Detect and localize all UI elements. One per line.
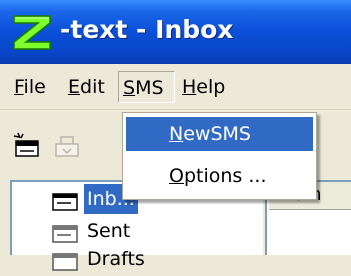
- folder-sent-label: Sent: [87, 220, 131, 242]
- sms-dropdown-menu: NewSMS Options ...: [122, 112, 317, 200]
- menu-edit-label: dit: [80, 76, 105, 98]
- new-sms-label: ewSMS: [183, 123, 251, 145]
- z-logo-icon[interactable]: [10, 13, 54, 51]
- menu-item-options[interactable]: Options ...: [126, 159, 313, 193]
- menu-sms[interactable]: SMS: [118, 71, 175, 103]
- folder-card-icon: [52, 192, 78, 212]
- title-bar[interactable]: -text - Inbox: [0, 0, 351, 64]
- menu-sms-mnemonic: S: [123, 77, 136, 99]
- options-label: ptions ...: [183, 165, 267, 187]
- inbox-button[interactable]: [52, 132, 82, 160]
- new-sms-mnemonic: N: [169, 123, 184, 145]
- menu-bar: File Edit SMS Help: [0, 64, 351, 110]
- menu-file-label: ile: [23, 76, 46, 98]
- menu-file[interactable]: File: [10, 71, 50, 103]
- folder-card-icon: [52, 224, 78, 244]
- menu-edit[interactable]: Edit: [64, 71, 109, 103]
- new-message-button[interactable]: [12, 132, 42, 160]
- menu-help-mnemonic: H: [182, 76, 197, 98]
- folder-drafts-label: Drafts: [87, 248, 145, 270]
- menu-item-new-sms[interactable]: NewSMS: [126, 117, 313, 151]
- menu-file-mnemonic: F: [14, 76, 24, 98]
- menu-help-label: elp: [196, 76, 226, 98]
- window-title: -text - Inbox: [60, 15, 234, 44]
- options-mnemonic: O: [169, 165, 184, 187]
- inbox-tray-icon: [52, 132, 82, 160]
- menu-help[interactable]: Help: [178, 71, 229, 103]
- new-message-icon: [12, 132, 42, 160]
- menu-edit-mnemonic: E: [68, 76, 81, 98]
- folder-card-icon: [52, 252, 78, 272]
- menu-sms-label: MS: [135, 77, 164, 99]
